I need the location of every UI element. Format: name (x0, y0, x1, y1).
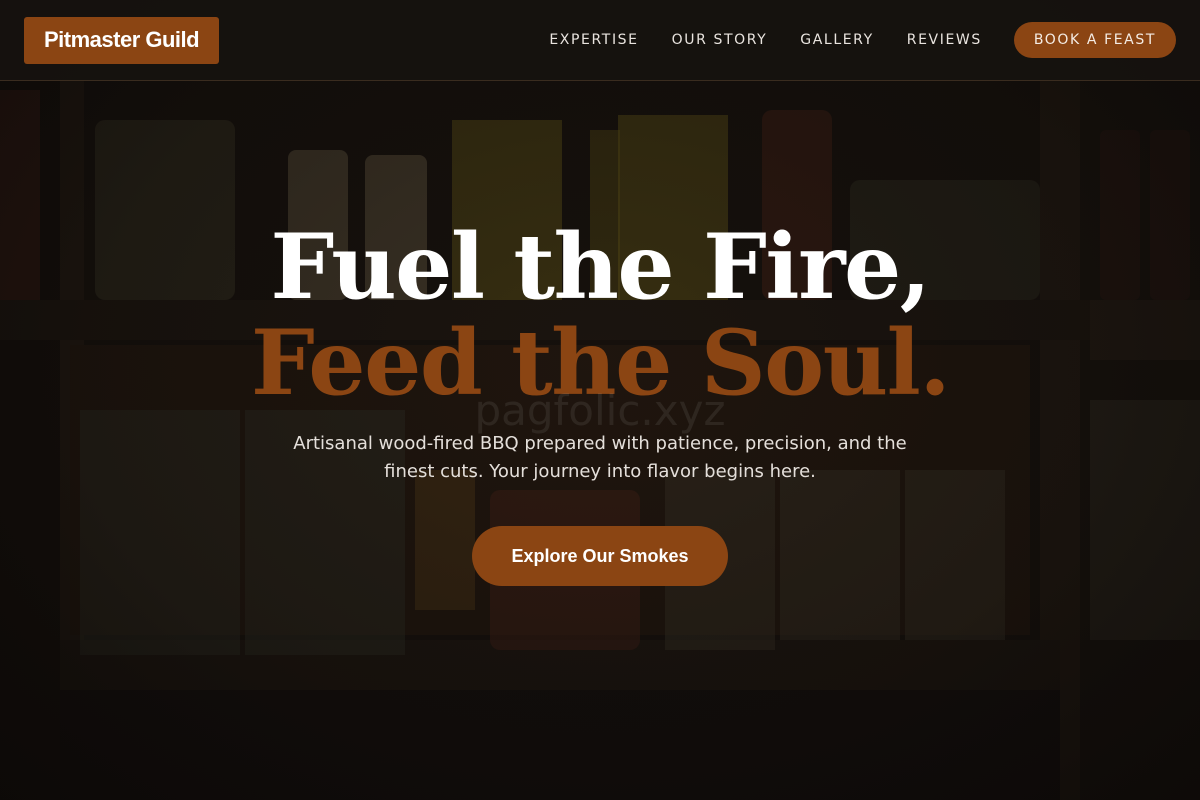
nav-link-gallery[interactable]: GALLERY (800, 32, 873, 48)
book-a-feast-button[interactable]: BOOK A FEAST (1013, 22, 1176, 58)
top-navigation: Pitmaster Guild EXPERTISE OUR STORY GALL… (0, 0, 1200, 81)
nav-link-expertise[interactable]: EXPERTISE (549, 32, 638, 48)
explore-smokes-button[interactable]: Explore Our Smokes (472, 526, 728, 586)
watermark-text: pagfolic.xyz (474, 386, 726, 435)
hero-subtitle: Artisanal wood-fired BBQ prepared with p… (293, 433, 907, 482)
hero-headline-line1: Fuel the Fire, (270, 214, 931, 320)
nav-link-our-story[interactable]: OUR STORY (672, 32, 768, 48)
nav-link-reviews[interactable]: REVIEWS (907, 32, 982, 48)
brand-logo[interactable]: Pitmaster Guild (24, 17, 220, 64)
nav-links: EXPERTISE OUR STORY GALLERY REVIEWS (549, 32, 981, 48)
hero-section: Fuel the Fire, Feed the Soul. pagfolic.x… (0, 0, 1200, 800)
